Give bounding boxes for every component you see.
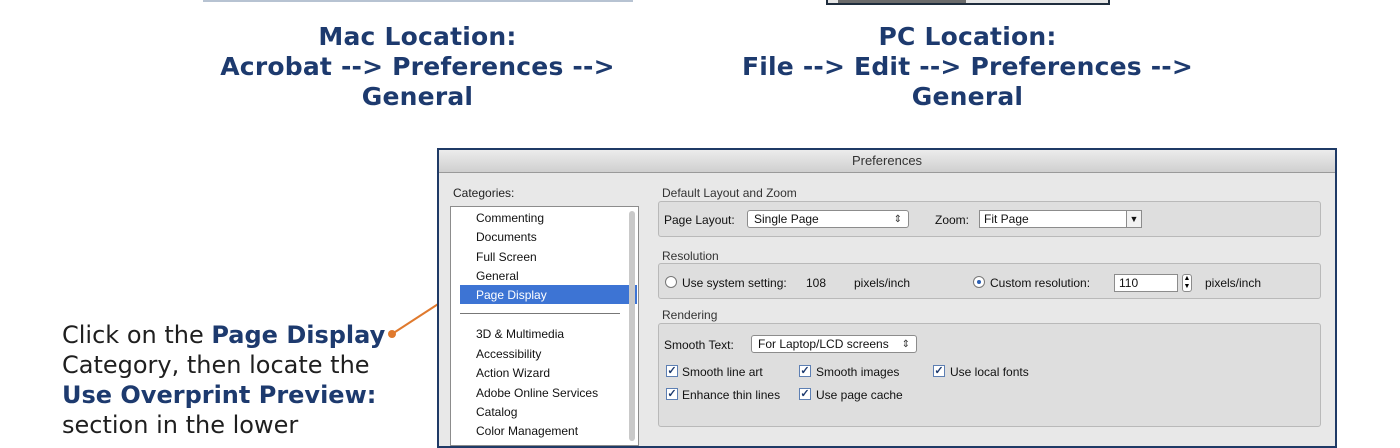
smooth-text-value: For Laptop/LCD screens [758,337,889,351]
page-layout-label: Page Layout: [664,213,735,227]
instruction-part2: Category, then locate the [62,351,370,379]
instruction-part3: section in the lower [62,411,299,439]
custom-resolution-input[interactable]: 110 [1114,274,1178,292]
resolution-stepper[interactable]: ▲ ▼ [1182,274,1192,292]
smooth-line-art-label: Smooth line art [682,365,763,379]
custom-resolution-unit: pixels/inch [1205,276,1262,290]
use-local-fonts-label: Use local fonts [950,365,1029,379]
mac-location-path: Acrobat --> Preferences --> General [220,52,615,111]
category-catalog[interactable]: Catalog [476,403,517,421]
mac-location: Mac Location: Acrobat --> Preferences --… [165,22,670,112]
smooth-line-art-checkbox[interactable]: ✓ [666,365,678,377]
pc-location-path: File --> Edit --> Preferences --> Genera… [741,52,1194,111]
category-commenting[interactable]: Commenting [476,209,544,227]
categories-scrollbar[interactable] [629,211,635,441]
enhance-thin-lines-label: Enhance thin lines [682,388,781,402]
instruction-part1: Click on the [62,321,212,349]
system-setting-radio[interactable] [665,276,677,288]
zoom-combo[interactable]: Fit Page ▼ [979,210,1142,228]
category-3d-multimedia[interactable]: 3D & Multimedia [476,325,564,343]
top-image-edge-right [826,0,1110,5]
category-accessibility[interactable]: Accessibility [476,345,541,363]
category-documents[interactable]: Documents [476,228,537,246]
category-separator [460,313,620,314]
smooth-text-label: Smooth Text: [664,338,734,352]
custom-resolution-label: Custom resolution: [990,276,1091,290]
smooth-images-label: Smooth images [816,365,900,379]
categories-label: Categories: [453,186,515,200]
category-page-display[interactable]: Page Display [476,286,547,304]
use-page-cache-label: Use page cache [816,388,903,402]
rendering-panel: Smooth Text: For Laptop/LCD screens ⇕ ✓ … [658,323,1321,427]
custom-resolution-radio[interactable] [973,276,985,288]
category-general[interactable]: General [476,267,519,285]
category-adobe-online-services[interactable]: Adobe Online Services [476,384,598,402]
category-action-wizard[interactable]: Action Wizard [476,364,550,382]
use-local-fonts-checkbox[interactable]: ✓ [933,365,945,377]
smooth-text-select[interactable]: For Laptop/LCD screens ⇕ [751,335,917,353]
category-full-screen[interactable]: Full Screen [476,248,537,266]
categories-list[interactable]: Commenting Documents Full Screen General… [450,206,639,446]
smooth-images-checkbox[interactable]: ✓ [799,365,811,377]
page-layout-value: Single Page [754,212,819,226]
select-arrows-icon: ⇕ [901,339,910,350]
zoom-value: Fit Page [984,212,1029,226]
category-color-management[interactable]: Color Management [476,422,578,440]
preferences-window: Preferences Categories: Commenting Docum… [437,148,1337,448]
instruction-bold1: Page Display [211,321,386,349]
default-layout-panel: Page Layout: Single Page ⇕ Zoom: Fit Pag… [658,201,1321,237]
callout-dot [388,330,396,338]
enhance-thin-lines-checkbox[interactable]: ✓ [666,388,678,400]
use-page-cache-checkbox[interactable]: ✓ [799,388,811,400]
pc-location: PC Location: File --> Edit --> Preferenc… [700,22,1235,112]
system-setting-value: 108 [806,276,827,290]
rendering-title: Rendering [662,308,718,322]
instruction-text: Click on the Page Display Category, then… [62,320,402,440]
dropdown-arrow-icon[interactable]: ▼ [1126,211,1141,227]
select-arrows-icon: ⇕ [893,214,902,225]
pc-location-title: PC Location: [878,22,1057,51]
system-setting-unit: pixels/inch [854,276,911,290]
page-layout-select[interactable]: Single Page ⇕ [747,210,909,228]
zoom-label: Zoom: [935,213,970,227]
window-title: Preferences [439,150,1335,173]
mac-location-title: Mac Location: [318,22,517,51]
instruction-bold2: Use Overprint Preview: [62,381,377,409]
resolution-panel: Use system setting: 108 pixels/inch Cust… [658,263,1321,299]
resolution-title: Resolution [662,249,719,263]
top-image-edge-left [203,0,633,2]
system-setting-label: Use system setting: [682,276,787,290]
default-layout-title: Default Layout and Zoom [662,186,797,200]
